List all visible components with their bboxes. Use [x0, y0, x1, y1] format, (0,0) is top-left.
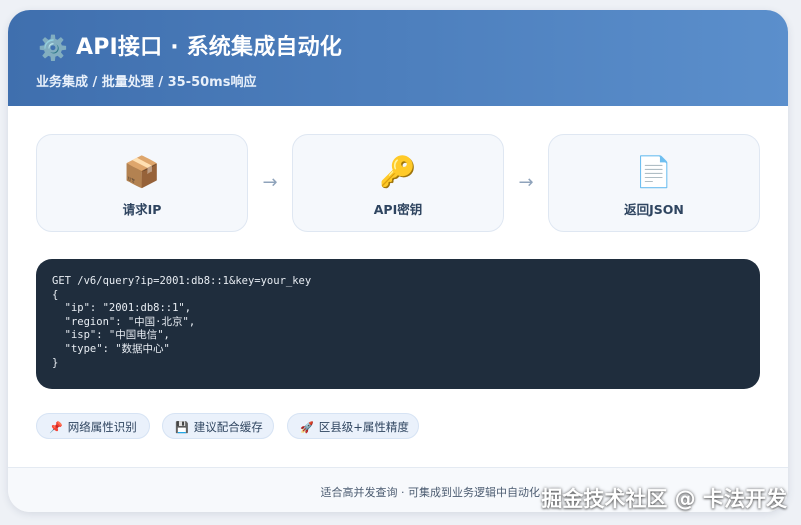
flow-step-label: 请求IP [122, 202, 162, 217]
card-header: ⚙️ API接口 · 系统集成自动化 业务集成 / 批量处理 / 35-50ms… [8, 10, 788, 106]
gear-icon: ⚙️ [38, 34, 68, 62]
flow-step-label: API密钥 [373, 202, 423, 217]
code-line: "isp": "中国电信", [52, 329, 170, 342]
code-line: GET /v6/query?ip=2001:db8::1&key=your_ke… [52, 275, 312, 287]
chip-label: 网络属性识别 [67, 420, 137, 434]
code-line: { [52, 288, 59, 301]
flow-step-api-key: 🔑 API密钥 [292, 134, 504, 232]
flow-step-request-ip: 📦 请求IP [36, 134, 248, 232]
flow-arrow: → [262, 172, 278, 193]
code-line: "region": "中国·北京", [52, 315, 196, 328]
page-subtitle: 业务集成 / 批量处理 / 35-50ms响应 [36, 75, 257, 90]
chip-cache-suggestion: 💾 建议配合缓存 [162, 413, 274, 439]
flow-steps: 📦 请求IP → 🔑 API密钥 → 📄 返回JSON [36, 134, 760, 232]
code-line: "ip": "2001:db8::1", [52, 302, 192, 315]
api-card: ⚙️ API接口 · 系统集成自动化 业务集成 / 批量处理 / 35-50ms… [8, 10, 788, 512]
chip-precision: 🚀 区县级+属性精度 [287, 413, 419, 439]
page-title: API接口 · 系统集成自动化 [76, 35, 343, 60]
chip-label: 区县级+属性精度 [318, 420, 409, 434]
title-row: ⚙️ API接口 · 系统集成自动化 [38, 34, 342, 62]
rocket-icon: 🚀 [300, 421, 314, 434]
package-icon: 📦 [123, 155, 161, 190]
chip-label: 建议配合缓存 [193, 420, 263, 434]
footer-text: 适合高并发查询 · 可集成到业务逻辑中自动化 [320, 486, 541, 499]
flow-arrow: → [518, 172, 534, 193]
code-block: GET /v6/query?ip=2001:db8::1&key=your_ke… [36, 259, 760, 389]
code-line: } [52, 356, 59, 369]
document-icon: 📄 [635, 155, 673, 190]
save-icon: 💾 [175, 421, 189, 434]
pin-icon: 📌 [49, 421, 63, 434]
chip-network-attribute: 📌 网络属性识别 [36, 413, 150, 439]
flow-step-return-json: 📄 返回JSON [548, 134, 760, 232]
watermark: 掘金技术社区 @ 卡法开发 [541, 487, 787, 511]
key-icon: 🔑 [379, 155, 417, 190]
code-line: "type": "数据中心" [52, 342, 170, 355]
flow-step-label: 返回JSON [624, 202, 684, 217]
